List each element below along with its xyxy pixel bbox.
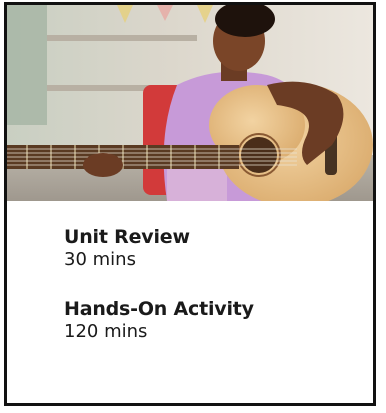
- child-guitar-illustration: [7, 5, 373, 201]
- left-hand: [83, 153, 123, 177]
- activity-duration: 30 mins: [64, 249, 136, 270]
- activity-item-hands-on: Hands-On Activity 120 mins: [64, 297, 363, 343]
- activity-title: Hands-On Activity: [64, 298, 254, 320]
- wall-panel: [7, 5, 47, 125]
- activity-item-unit-review: Unit Review 30 mins: [64, 225, 363, 271]
- activity-card[interactable]: Unit Review 30 mins Hands-On Activity 12…: [4, 2, 376, 406]
- activity-duration: 120 mins: [64, 321, 148, 342]
- shelf: [47, 35, 197, 41]
- sound-hole: [241, 137, 277, 173]
- activity-details: Unit Review 30 mins Hands-On Activity 12…: [64, 225, 363, 369]
- card-photo: [7, 5, 373, 201]
- activity-title: Unit Review: [64, 226, 190, 248]
